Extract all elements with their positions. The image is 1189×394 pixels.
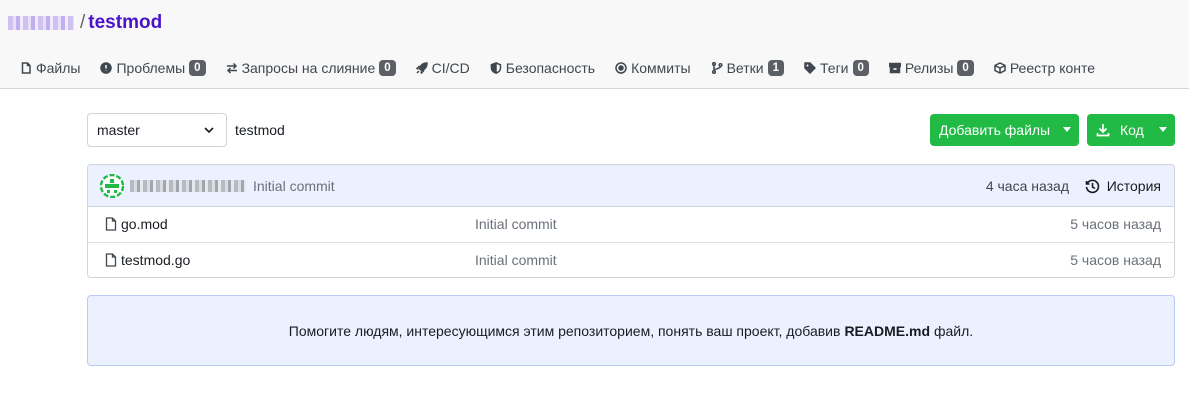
pull-request-icon [226,62,237,74]
file-name: testmod.go [121,252,191,268]
file-commit-link[interactable]: Initial commit [475,252,557,268]
code-button[interactable]: Код [1087,114,1175,146]
tab-label: Файлы [36,60,81,76]
count-badge: 1 [767,60,785,76]
file-time: 5 часов назад [1070,216,1161,232]
readme-suggestion: Помогите людям, интересующимся этим репо… [87,295,1175,366]
count-badge: 0 [189,60,206,76]
file-time: 5 часов назад [1070,252,1161,268]
file-link[interactable]: testmod.go [105,252,190,268]
file-icon [21,62,31,74]
download-icon [1096,124,1110,137]
commit-author[interactable] [130,180,246,192]
file-icon [105,253,117,267]
branch-dropdown[interactable]: master [87,113,227,147]
tab-merge-requests[interactable]: Запросы на слияние 0 [226,60,396,76]
tab-releases[interactable]: Релизы 0 [888,60,974,76]
readme-note-text: Помогите людям, интересующимся этим репо… [288,322,841,339]
repo-header: / testmod Файлы Проблемы 0 Запросы на сл… [0,0,1189,89]
table-row: go.mod Initial commit 5 часов назад [88,207,1174,243]
add-files-label: Добавить файлы [939,122,1051,138]
readme-note-suffix: файл. [934,322,974,339]
caret-down-icon [1159,127,1167,132]
file-link[interactable]: go.mod [105,216,168,232]
history-icon [1085,179,1099,193]
package-icon [994,62,1006,74]
tab-files[interactable]: Файлы [20,60,80,76]
tab-branches[interactable]: Ветки 1 [711,60,785,76]
latest-commit-row: Initial commit 4 часа назад История [88,165,1174,207]
chevron-down-icon [204,127,214,134]
count-badge: 0 [852,60,869,76]
tab-security[interactable]: Безопасность [490,60,595,76]
file-commit-link[interactable]: Initial commit [475,216,557,232]
caret-down-icon [1063,127,1071,132]
readme-file-link[interactable]: README.md [844,323,930,339]
repo-owner-link[interactable] [8,16,74,30]
release-icon [888,62,901,74]
branch-icon [711,62,723,74]
tab-commits[interactable]: Коммиты [615,60,691,76]
table-row: testmod.go Initial commit 5 часов назад [88,243,1174,277]
branch-name: master [97,122,140,138]
tab-tags[interactable]: Теги 0 [804,60,869,76]
tab-label: Релизы [904,60,954,76]
file-table: Initial commit 4 часа назад История go.m… [87,164,1175,278]
current-path: testmod [235,122,285,138]
tab-label: Реестр конте [1009,60,1096,76]
tab-container-registry[interactable]: Реестр конте [994,60,1095,76]
repo-tabs: Файлы Проблемы 0 Запросы на слияние 0 CI… [0,56,1115,80]
count-badge: 0 [957,60,974,76]
code-label: Код [1120,122,1144,138]
count-badge: 0 [379,60,396,76]
rocket-icon [415,62,428,74]
tab-label: CI/CD [431,60,470,76]
repo-title: / testmod [8,11,162,35]
commit-message-link[interactable]: Initial commit [253,178,335,194]
tab-label: Безопасность [505,60,596,76]
commit-time: 4 часа назад [985,178,1069,194]
tab-issues[interactable]: Проблемы 0 [100,60,206,76]
shield-icon [490,62,502,74]
tab-label: Коммиты [631,60,691,76]
tab-label: Запросы на слияние [241,60,376,76]
add-files-button[interactable]: Добавить файлы [930,114,1079,146]
tab-label: Проблемы [116,60,186,76]
issue-icon [100,62,113,74]
tab-label: Ветки [726,60,764,76]
file-name: go.mod [121,216,168,232]
history-button[interactable]: История [1085,178,1161,194]
avatar[interactable] [100,174,124,198]
repo-name-link[interactable]: testmod [88,12,162,34]
tab-label: Теги [820,60,849,76]
tag-icon [804,62,817,74]
file-icon [105,217,117,231]
commit-icon [615,62,627,74]
history-label: История [1106,178,1161,194]
tab-cicd[interactable]: CI/CD [415,60,470,76]
title-separator: / [80,12,86,33]
